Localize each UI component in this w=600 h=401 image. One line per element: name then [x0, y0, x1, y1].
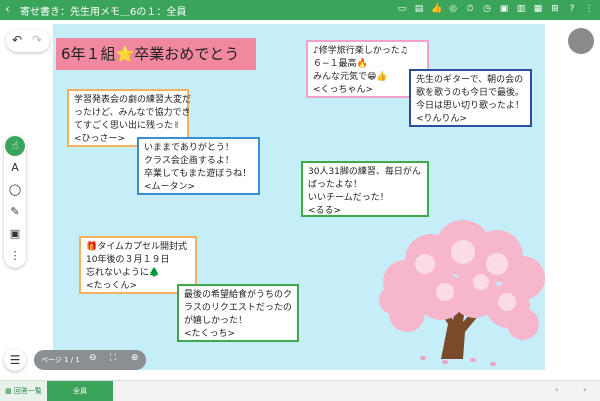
- tab-all[interactable]: 全員: [47, 381, 113, 401]
- more-tools-icon[interactable]: ⋮: [5, 246, 25, 266]
- tool-palette: ☝ A ◯ ✎ ▣ ⋮: [4, 135, 26, 268]
- monitor-icon[interactable]: ▭: [397, 3, 407, 15]
- zoom-out-icon[interactable]: ⊖: [89, 353, 97, 363]
- answer-list-label: 回答一覧: [13, 387, 42, 395]
- image-icon[interactable]: ▣: [499, 3, 509, 15]
- clipboard-icon[interactable]: ▤: [414, 3, 424, 15]
- redo-icon[interactable]: ↷: [32, 33, 42, 47]
- header-icons: ▭ ▤ 👍 ◎ ⏱ ◷ ▣ ▥ ▦ ⊞ ? ⋮: [397, 3, 594, 15]
- layout-icon[interactable]: ▦: [533, 3, 543, 15]
- header-bar: ‹ 寄せ書き：先生用メモ＿6の１：全員 ▭ ▤ 👍 ◎ ⏱ ◷ ▣ ▥ ▦ ⊞ …: [0, 0, 600, 20]
- more-icon[interactable]: ⋮: [584, 3, 594, 15]
- image-tool-icon[interactable]: ▣: [5, 224, 25, 244]
- message-card-ruru[interactable]: 30人31脚の練習、毎日がん ばったよな！ いいチームだった！ <るる>: [301, 161, 429, 217]
- undo-redo-bar: ↶ ↷: [6, 30, 50, 52]
- grid-icon: ▦: [5, 387, 12, 395]
- chart-icon[interactable]: ▥: [516, 3, 526, 15]
- page-indicator[interactable]: ページ 1 / 1: [41, 355, 80, 365]
- chevron-left-icon[interactable]: ‹: [5, 2, 10, 16]
- title-card[interactable]: 6年１組⭐卒業おめでとう: [56, 38, 256, 70]
- chat-icon[interactable]: ◎: [448, 3, 458, 15]
- zoom-in-icon[interactable]: ⊕: [131, 353, 139, 363]
- help-icon[interactable]: ?: [567, 3, 577, 15]
- timer-icon[interactable]: ⏱: [465, 3, 475, 15]
- grid-icon[interactable]: ⊞: [550, 3, 560, 15]
- text-tool-icon[interactable]: A: [5, 158, 25, 178]
- thumbs-up-icon[interactable]: 👍: [431, 3, 442, 15]
- page-zoom-bar: ページ 1 / 1 ⊖ ⛶ ⊕: [34, 350, 146, 370]
- fit-screen-icon[interactable]: ⛶: [110, 353, 116, 363]
- message-card-muutan[interactable]: いままでありがとう！ クラス会企画するよ！ 卒業してもまた遊ぼうね！ <ムータン…: [137, 137, 260, 195]
- message-card-rinrin[interactable]: 先生のギターで、朝の会の 歌を歌うのも今日で最後。 今日は思い切り歌ったよ！ <…: [409, 69, 532, 127]
- undo-icon[interactable]: ↶: [12, 33, 22, 47]
- shape-tool-icon[interactable]: ◯: [5, 180, 25, 200]
- next-icon[interactable]: ›: [583, 385, 586, 394]
- answer-list-tab[interactable]: ▦ 回答一覧: [0, 381, 47, 401]
- footer-bar: ▦ 回答一覧 全員 ‹ ›: [0, 380, 600, 401]
- clock-icon[interactable]: ◷: [482, 3, 492, 15]
- pointer-hand-icon[interactable]: ☝: [5, 136, 25, 156]
- user-avatar[interactable]: [568, 28, 594, 54]
- prev-icon[interactable]: ‹: [555, 385, 558, 394]
- board-title: 寄せ書き：先生用メモ＿6の１：全員: [20, 7, 187, 18]
- message-card-takucchi[interactable]: 最後の希望給食がうちのク ラスのリクエストだったの が嬉しかった！ <たくっち>: [177, 284, 299, 342]
- menu-icon[interactable]: ☰: [4, 349, 26, 371]
- pen-tool-icon[interactable]: ✎: [5, 202, 25, 222]
